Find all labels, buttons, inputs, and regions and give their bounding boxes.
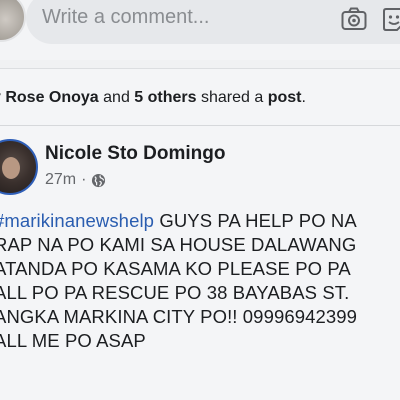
- post-line: #marikinanewshelp GUYS PA HELP PO NA: [0, 209, 400, 233]
- post-link[interactable]: post: [268, 89, 302, 106]
- shared-post-card: y Rose Onoya and 5 others shared a post.…: [0, 68, 400, 400]
- post-line: RAP NA PO KAMI SA HOUSE DALAWANG: [0, 234, 357, 255]
- post-line: ATANDA PO KASAMA KO PLEASE PO PA: [0, 258, 351, 279]
- facebook-feed-screen: Write a comment... y Rose Onoya and 5 ot…: [0, 0, 400, 400]
- share-period: .: [301, 89, 306, 106]
- comment-placeholder: Write a comment...: [42, 6, 210, 28]
- sharer-name[interactable]: y Rose Onoya: [0, 89, 99, 106]
- card-divider: [0, 125, 400, 126]
- post-timestamp[interactable]: 27m: [45, 171, 76, 189]
- post-body: #marikinanewshelp GUYS PA HELP PO NA RAP…: [0, 209, 400, 353]
- post-line-text: GUYS PA HELP PO NA: [159, 210, 357, 231]
- post-line: ALL PO PA RESCUE PO 38 BAYABAS ST.: [0, 282, 350, 303]
- share-and-text: and: [98, 89, 135, 106]
- author-avatar[interactable]: [0, 139, 38, 195]
- hashtag-text: marikinanewshelp: [4, 210, 155, 231]
- author-name[interactable]: Nicole Sto Domingo: [45, 143, 226, 165]
- share-attribution: y Rose Onoya and 5 others shared a post.: [0, 89, 400, 107]
- author-avatar-face: [2, 157, 20, 179]
- smiley-sticker-icon[interactable]: [381, 7, 400, 33]
- post-line: ALL ME PO ASAP: [0, 330, 146, 351]
- others-link[interactable]: 5 others: [134, 89, 196, 106]
- current-user-avatar[interactable]: [0, 0, 26, 42]
- camera-icon[interactable]: [341, 7, 367, 31]
- comment-composer: Write a comment...: [0, 0, 400, 60]
- share-verb-text: shared a: [196, 89, 268, 106]
- hashtag-link[interactable]: #marikinanewshelp: [0, 210, 154, 231]
- post-line: ANGKA MARKINA CITY PO!! 09996942399: [0, 306, 358, 327]
- post-meta: 27m ·: [45, 171, 106, 189]
- globe-icon[interactable]: [91, 173, 106, 188]
- meta-separator: ·: [81, 171, 87, 188]
